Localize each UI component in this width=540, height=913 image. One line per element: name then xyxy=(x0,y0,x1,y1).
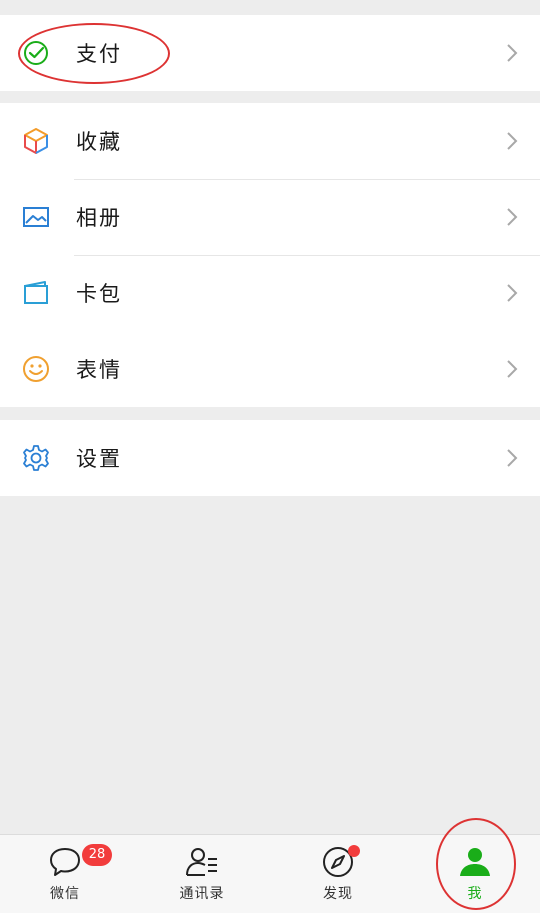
album-label: 相册 xyxy=(76,206,122,230)
tab-discover-label: 发现 xyxy=(323,886,353,902)
tab-contacts[interactable]: 通讯录 xyxy=(147,835,257,913)
stickers-row[interactable]: 表情 xyxy=(0,331,540,407)
chevron-right-icon xyxy=(507,132,518,150)
chat-bubble-icon xyxy=(50,848,80,876)
favorites-label: 收藏 xyxy=(76,130,122,154)
image-icon xyxy=(20,201,52,233)
chevron-right-icon xyxy=(507,449,518,467)
stickers-label: 表情 xyxy=(76,358,122,382)
card-wallet-label: 卡包 xyxy=(76,282,122,306)
features-group: 收藏 相册 卡包 表情 xyxy=(0,103,540,407)
cube-icon xyxy=(20,125,52,157)
top-strip xyxy=(0,0,540,14)
contacts-icon xyxy=(186,848,217,876)
card-wallet-row[interactable]: 卡包 xyxy=(0,255,540,331)
settings-group: 设置 xyxy=(0,420,540,496)
smiley-icon xyxy=(20,353,52,385)
tab-contacts-label: 通讯录 xyxy=(179,886,225,902)
tab-chats-label: 微信 xyxy=(50,886,80,902)
new-content-dot xyxy=(348,845,360,857)
settings-row[interactable]: 设置 xyxy=(0,420,540,496)
gear-icon xyxy=(20,442,52,474)
annotation-ellipse-me xyxy=(436,818,516,910)
tab-chats[interactable]: 28 微信 xyxy=(10,835,120,913)
favorites-row[interactable]: 收藏 xyxy=(0,103,540,179)
chevron-right-icon xyxy=(507,208,518,226)
card-wallet-icon xyxy=(20,277,52,309)
chevron-right-icon xyxy=(507,360,518,378)
album-row[interactable]: 相册 xyxy=(0,179,540,255)
tab-discover[interactable]: 发现 xyxy=(283,835,393,913)
settings-label: 设置 xyxy=(76,447,122,471)
chevron-right-icon xyxy=(507,44,518,62)
unread-badge: 28 xyxy=(82,844,112,866)
chevron-right-icon xyxy=(507,284,518,302)
annotation-ellipse-pay xyxy=(18,23,170,84)
